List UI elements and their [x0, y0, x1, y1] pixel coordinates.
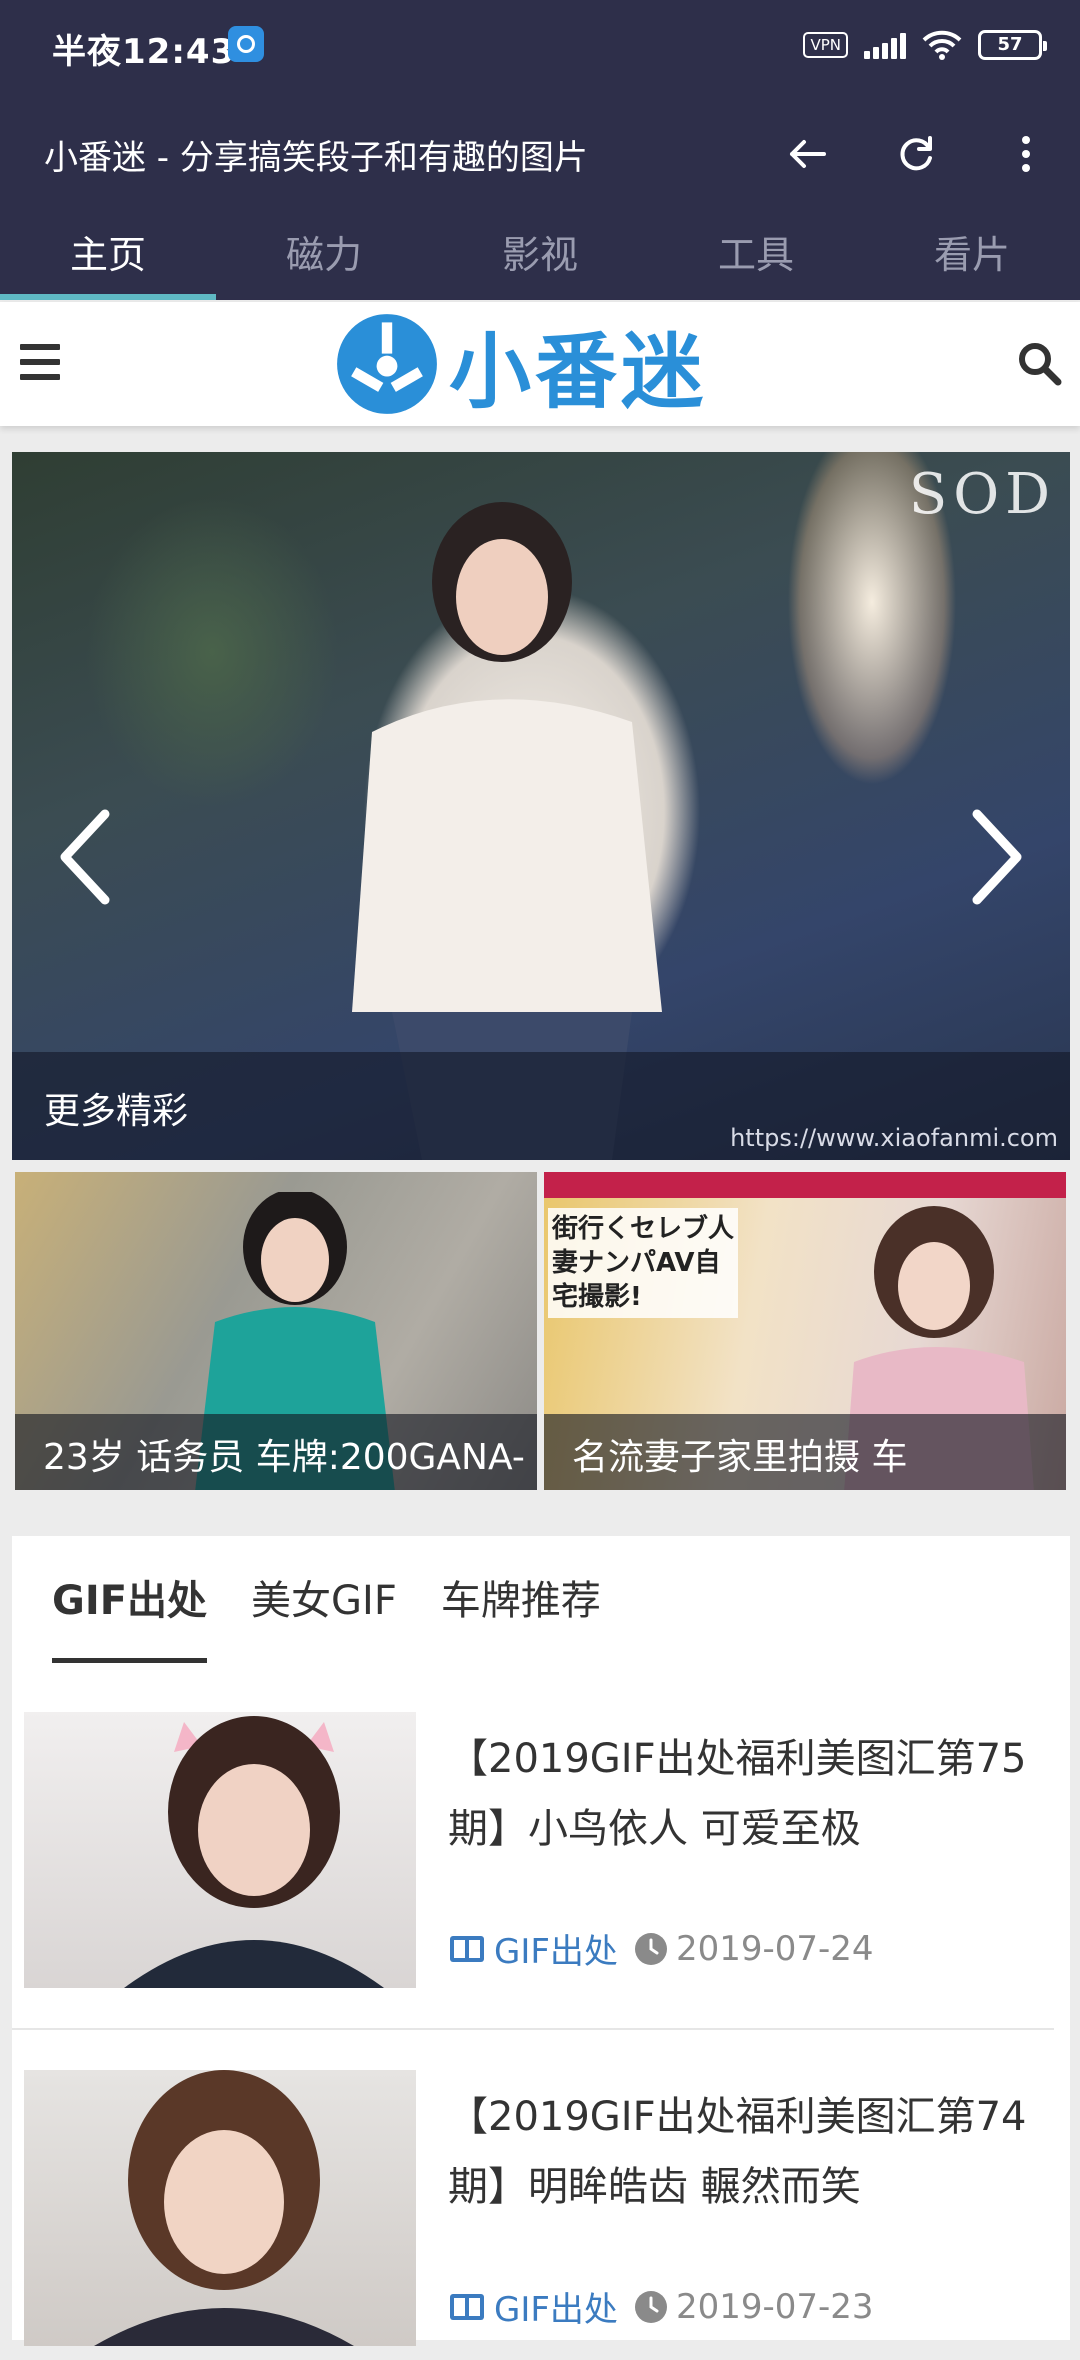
hero-brand-watermark: SOD: [908, 462, 1056, 527]
article-item[interactable]: 【2019GIF出处福利美图汇第75期】小鸟依人 可爱至极 GIF出处 2019…: [24, 1712, 1064, 2002]
article-divider: [12, 2028, 1054, 2030]
site-header: 小番迷: [0, 302, 1080, 426]
back-arrow-icon[interactable]: [778, 126, 834, 182]
featured-thumbnail[interactable]: 23岁 话务员 车牌:200GANA-: [15, 1172, 537, 1490]
site-logo[interactable]: 小番迷: [335, 314, 707, 420]
hero-caption[interactable]: 更多精彩: [44, 1082, 188, 1134]
article-meta: GIF出处 2019-07-23: [448, 2282, 874, 2331]
vpn-icon: VPN: [803, 32, 848, 58]
featured-thumbnail[interactable]: 街行くセレブ人妻ナンパAV自宅撮影! 名流妻子家里拍摄 车: [544, 1172, 1066, 1490]
thumbnail-caption: 名流妻子家里拍摄 车: [572, 1437, 908, 1478]
article-title[interactable]: 【2019GIF出处福利美图汇第75期】小鸟依人 可爱至极: [448, 1724, 1068, 1864]
signal-icon: [864, 31, 906, 59]
article-date-label: 2019-07-24: [675, 1928, 874, 1969]
thumbnail-banner: [544, 1172, 1066, 1198]
app-title: 小番迷 - 分享搞笑段子和有趣的图片: [44, 138, 588, 178]
article-list-card-continued: 【2019GIF出处福利美图汇第74期】明眸皓齿 輾然而笑 GIF出处 2019…: [12, 2060, 1070, 2346]
hero-carousel[interactable]: SOD 更多精彩 https://www.xiaofanmi.com: [12, 452, 1070, 1160]
article-category-label: GIF出处: [494, 1932, 618, 1972]
filter-tab-gif-source[interactable]: GIF出处: [52, 1566, 208, 1663]
article-meta: GIF出处 2019-07-24: [448, 1924, 874, 1973]
status-time: 半夜12:43: [52, 32, 236, 72]
wifi-icon: [922, 30, 962, 60]
app-bar: 小番迷 - 分享搞笑段子和有趣的图片: [0, 108, 1080, 198]
top-bar: 半夜12:43 VPN 57 小番迷 - 分享搞笑段子和有趣的图片 主页 磁力 …: [0, 0, 1080, 300]
article-thumbnail[interactable]: [24, 1712, 416, 1988]
more-menu-icon[interactable]: [998, 126, 1054, 182]
thumbnail-caption: 23岁 话务员 车牌:200GANA-: [43, 1437, 525, 1478]
filter-tab-beauty-gif[interactable]: 美女GIF: [251, 1566, 397, 1636]
clock-icon: [634, 2290, 667, 2323]
logo-text: 小番迷: [449, 323, 708, 420]
clock-icon: [634, 1932, 667, 1965]
article-category[interactable]: GIF出处: [448, 1924, 618, 1973]
logo-mark-icon: [337, 314, 437, 414]
article-thumbnail-image: [124, 1716, 384, 1988]
carousel-prev-icon[interactable]: [50, 802, 120, 912]
hero-watermark: https://www.xiaofanmi.com: [730, 1124, 1058, 1152]
notification-app-icon: [228, 26, 264, 62]
search-icon[interactable]: [1014, 338, 1064, 388]
tab-tools[interactable]: 工具: [648, 210, 864, 300]
article-item[interactable]: 【2019GIF出处福利美图汇第74期】明眸皓齿 輾然而笑 GIF出处 2019…: [24, 2070, 1064, 2360]
carousel-next-icon[interactable]: [962, 802, 1032, 912]
thumbnail-overlay-text: 街行くセレブ人妻ナンパAV自宅撮影!: [548, 1208, 738, 1318]
article-category-label: GIF出处: [494, 2290, 618, 2330]
battery-icon: 57: [978, 30, 1047, 60]
refresh-icon[interactable]: [888, 126, 944, 182]
filter-tabs: GIF出处 美女GIF 车牌推荐: [52, 1566, 601, 1663]
article-thumbnail-image: [94, 2070, 354, 2346]
status-bar: 半夜12:43 VPN 57: [0, 0, 1080, 90]
article-date: 2019-07-24: [634, 1929, 874, 1969]
article-title[interactable]: 【2019GIF出处福利美图汇第74期】明眸皓齿 輾然而笑: [448, 2082, 1068, 2222]
tab-magnet[interactable]: 磁力: [216, 210, 432, 300]
article-category[interactable]: GIF出处: [448, 2282, 618, 2331]
category-book-icon: [450, 1935, 484, 1962]
tab-home[interactable]: 主页: [0, 210, 216, 300]
main-tabs: 主页 磁力 影视 工具 看片: [0, 210, 1080, 300]
hamburger-menu-icon[interactable]: [20, 344, 60, 380]
category-book-icon: [450, 2293, 484, 2320]
article-thumbnail[interactable]: [24, 2070, 416, 2346]
article-date: 2019-07-23: [634, 2287, 874, 2327]
tab-video[interactable]: 影视: [432, 210, 648, 300]
tab-watch[interactable]: 看片: [864, 210, 1080, 300]
status-icons: VPN 57: [803, 28, 1047, 62]
filter-tab-plate-recommend[interactable]: 车牌推荐: [441, 1566, 601, 1636]
article-date-label: 2019-07-23: [675, 2286, 874, 2327]
